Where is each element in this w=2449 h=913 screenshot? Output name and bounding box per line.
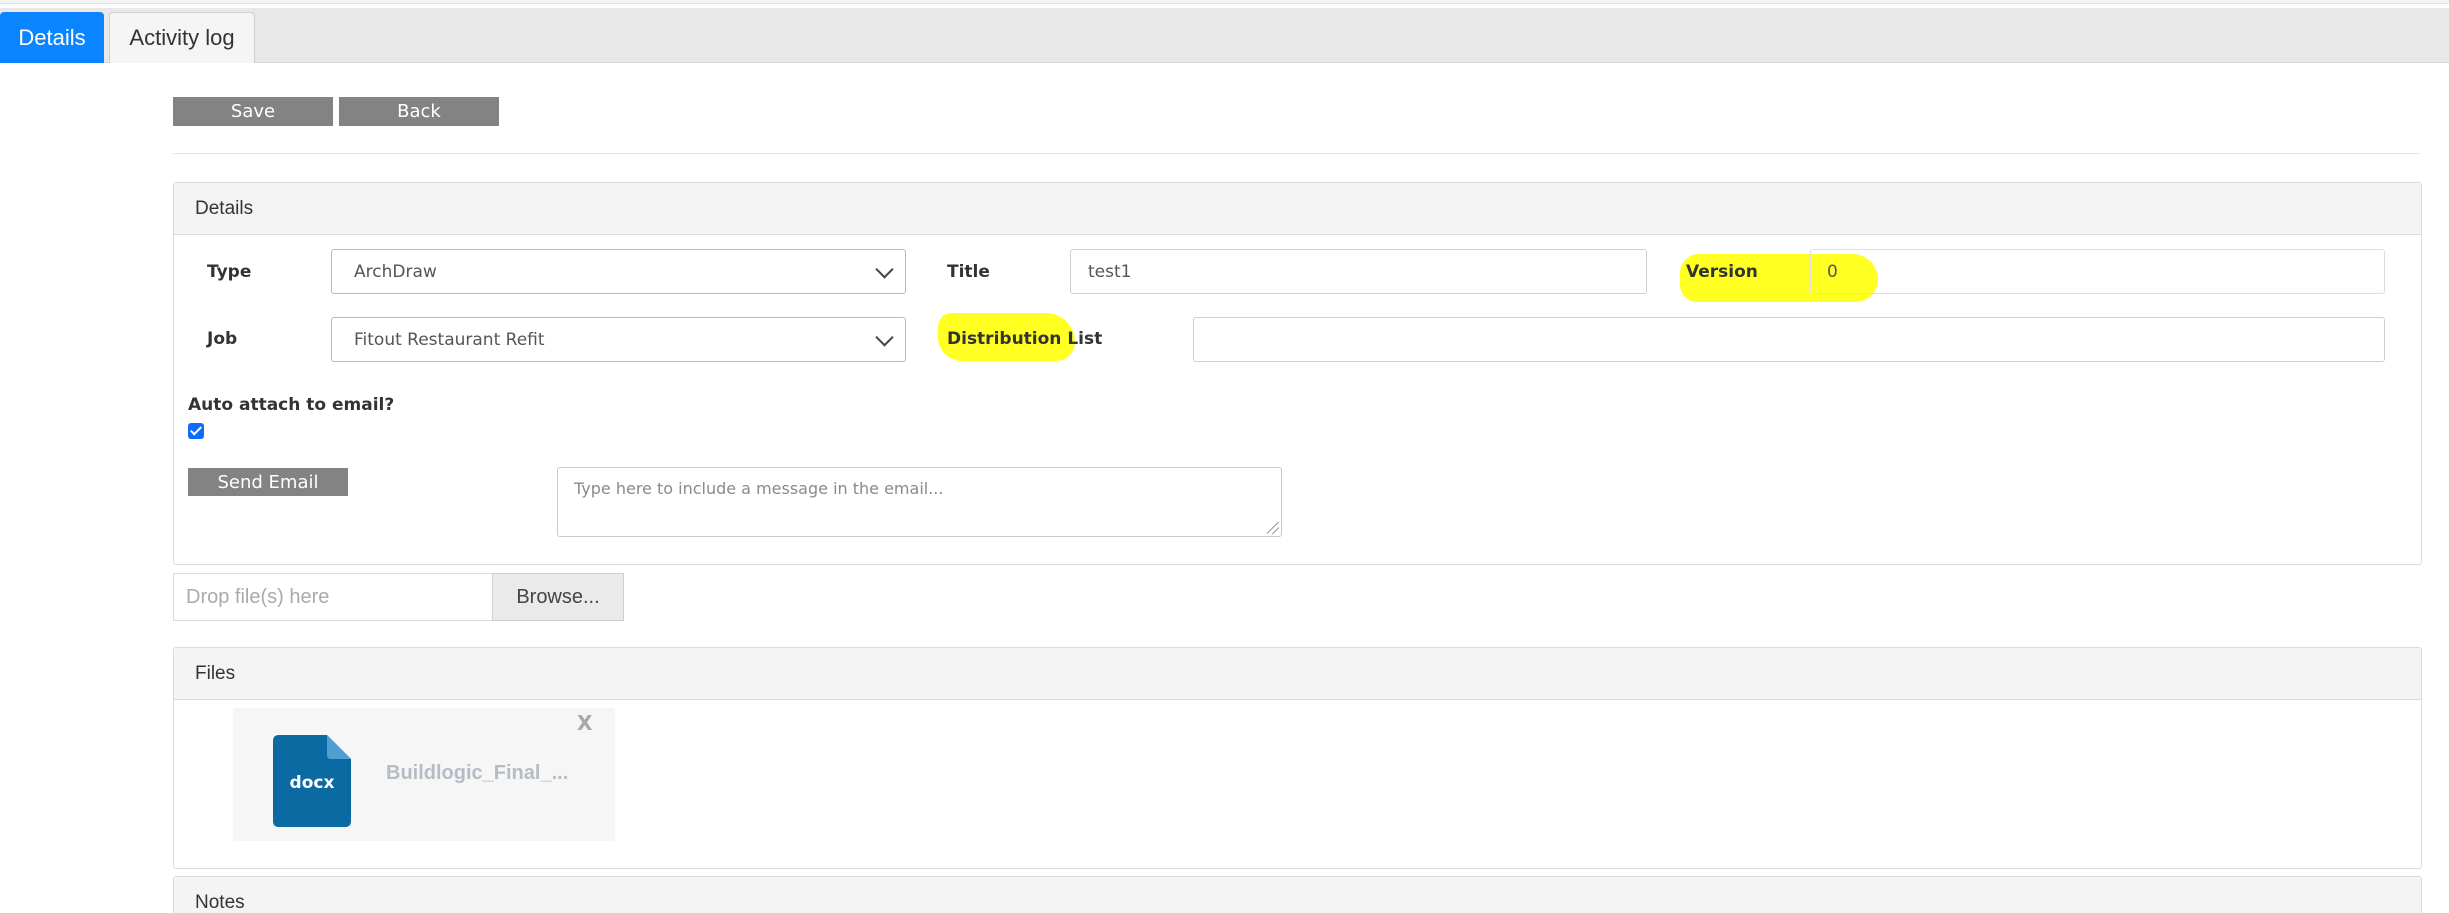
distribution-list-label: Distribution List bbox=[947, 329, 1103, 349]
top-border bbox=[0, 0, 2449, 4]
send-email-button[interactable]: Send Email bbox=[188, 468, 348, 496]
resize-grip-icon[interactable] bbox=[1267, 522, 1279, 534]
tab-details[interactable]: Details bbox=[0, 12, 104, 63]
tab-activity-log[interactable]: Activity log bbox=[109, 12, 255, 63]
browse-button[interactable]: Browse... bbox=[492, 573, 624, 621]
title-input[interactable]: test1 bbox=[1070, 249, 1647, 294]
version-input[interactable]: 0 bbox=[1810, 249, 2385, 294]
auto-attach-checkbox[interactable] bbox=[188, 423, 204, 439]
notes-panel: Notes bbox=[173, 876, 2422, 913]
divider bbox=[173, 153, 2420, 154]
type-select-value: ArchDraw bbox=[354, 261, 437, 282]
file-drop-zone[interactable]: Drop file(s) here bbox=[173, 573, 493, 621]
version-value: 0 bbox=[1827, 262, 1838, 282]
file-extension: docx bbox=[289, 773, 335, 793]
details-panel: Details bbox=[173, 182, 2422, 565]
chevron-down-icon bbox=[875, 327, 894, 347]
auto-attach-label: Auto attach to email? bbox=[188, 395, 395, 415]
job-select[interactable]: Fitout Restaurant Refit bbox=[331, 317, 906, 362]
job-select-value: Fitout Restaurant Refit bbox=[354, 329, 545, 350]
distribution-list-input[interactable] bbox=[1193, 317, 2385, 362]
tab-bar: Details Activity log bbox=[0, 8, 2449, 63]
type-label: Type bbox=[207, 262, 252, 282]
save-button[interactable]: Save bbox=[173, 97, 333, 126]
file-card[interactable]: docx Buildlogic_Final_... X bbox=[233, 708, 615, 841]
email-message-placeholder: Type here to include a message in the em… bbox=[574, 479, 944, 498]
remove-file-button[interactable]: X bbox=[577, 711, 592, 735]
version-label: Version bbox=[1686, 262, 1758, 282]
type-select[interactable]: ArchDraw bbox=[331, 249, 906, 294]
files-panel-title: Files bbox=[174, 648, 2421, 700]
email-message-input[interactable]: Type here to include a message in the em… bbox=[557, 467, 1282, 537]
details-panel-title: Details bbox=[174, 183, 2421, 235]
title-label: Title bbox=[947, 262, 990, 282]
file-name[interactable]: Buildlogic_Final_... bbox=[386, 762, 568, 785]
notes-panel-title: Notes bbox=[174, 877, 2421, 913]
chevron-down-icon bbox=[875, 259, 894, 279]
back-button[interactable]: Back bbox=[339, 97, 499, 126]
job-label: Job bbox=[207, 329, 238, 349]
